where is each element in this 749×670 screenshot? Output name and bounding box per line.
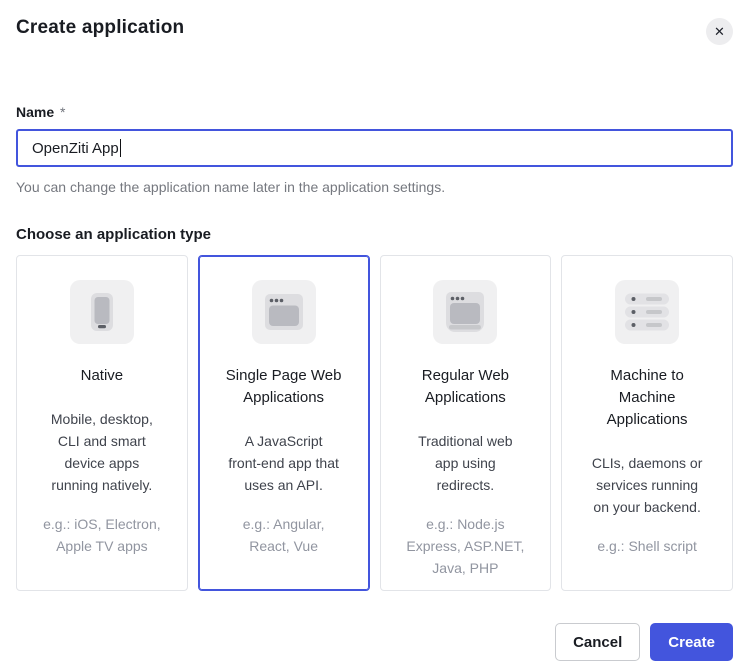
- text-cursor: [120, 139, 122, 157]
- application-type-label: Choose an application type: [16, 226, 733, 243]
- create-button[interactable]: Create: [650, 623, 733, 661]
- phone-icon: [70, 280, 134, 344]
- card-description: Mobile, desktop, CLI and smart device ap…: [51, 408, 153, 496]
- icon-tile: [252, 280, 316, 344]
- app-type-card-regular-web[interactable]: Regular Web Applications Traditional web…: [380, 255, 552, 591]
- icon-tile: [433, 280, 497, 344]
- browser-app-icon: [433, 280, 497, 344]
- icon-tile: [70, 280, 134, 344]
- card-example: e.g.: Node.js Express, ASP.NET, Java, PH…: [406, 513, 524, 579]
- server-stack-icon: [615, 280, 679, 344]
- name-label-text: Name: [16, 104, 54, 120]
- card-title: Native: [81, 365, 124, 387]
- dialog-header: Create application ✕: [16, 0, 733, 45]
- name-label: Name *: [16, 104, 733, 120]
- card-title: Regular Web Applications: [422, 365, 509, 409]
- application-type-cards: Native Mobile, desktop, CLI and smart de…: [16, 255, 733, 591]
- card-title: Machine to Machine Applications: [607, 365, 688, 431]
- card-title: Single Page Web Applications: [226, 365, 342, 409]
- app-type-card-m2m[interactable]: Machine to Machine Applications CLIs, da…: [561, 255, 733, 591]
- app-type-card-native[interactable]: Native Mobile, desktop, CLI and smart de…: [16, 255, 188, 591]
- icon-tile: [615, 280, 679, 344]
- close-button[interactable]: ✕: [706, 18, 733, 45]
- card-description: CLIs, daemons or services running on you…: [592, 452, 703, 518]
- app-type-card-spa[interactable]: Single Page Web Applications A JavaScrip…: [198, 255, 370, 591]
- cancel-button[interactable]: Cancel: [555, 623, 640, 661]
- card-example: e.g.: iOS, Electron, Apple TV apps: [43, 513, 161, 557]
- name-helper-text: You can change the application name late…: [16, 179, 733, 195]
- dialog-title: Create application: [16, 17, 184, 39]
- browser-window-icon: [252, 280, 316, 344]
- close-icon: ✕: [714, 25, 725, 38]
- create-application-dialog: Create application ✕ Name * OpenZiti App…: [0, 0, 749, 670]
- dialog-footer: Cancel Create: [16, 623, 733, 661]
- required-marker: *: [60, 104, 65, 120]
- name-input-value: OpenZiti App: [32, 140, 119, 157]
- card-description: Traditional web app using redirects.: [418, 430, 512, 496]
- card-example: e.g.: Shell script: [597, 535, 697, 557]
- name-input[interactable]: OpenZiti App: [16, 129, 733, 167]
- card-example: e.g.: Angular, React, Vue: [243, 513, 325, 557]
- card-description: A JavaScript front-end app that uses an …: [228, 430, 339, 496]
